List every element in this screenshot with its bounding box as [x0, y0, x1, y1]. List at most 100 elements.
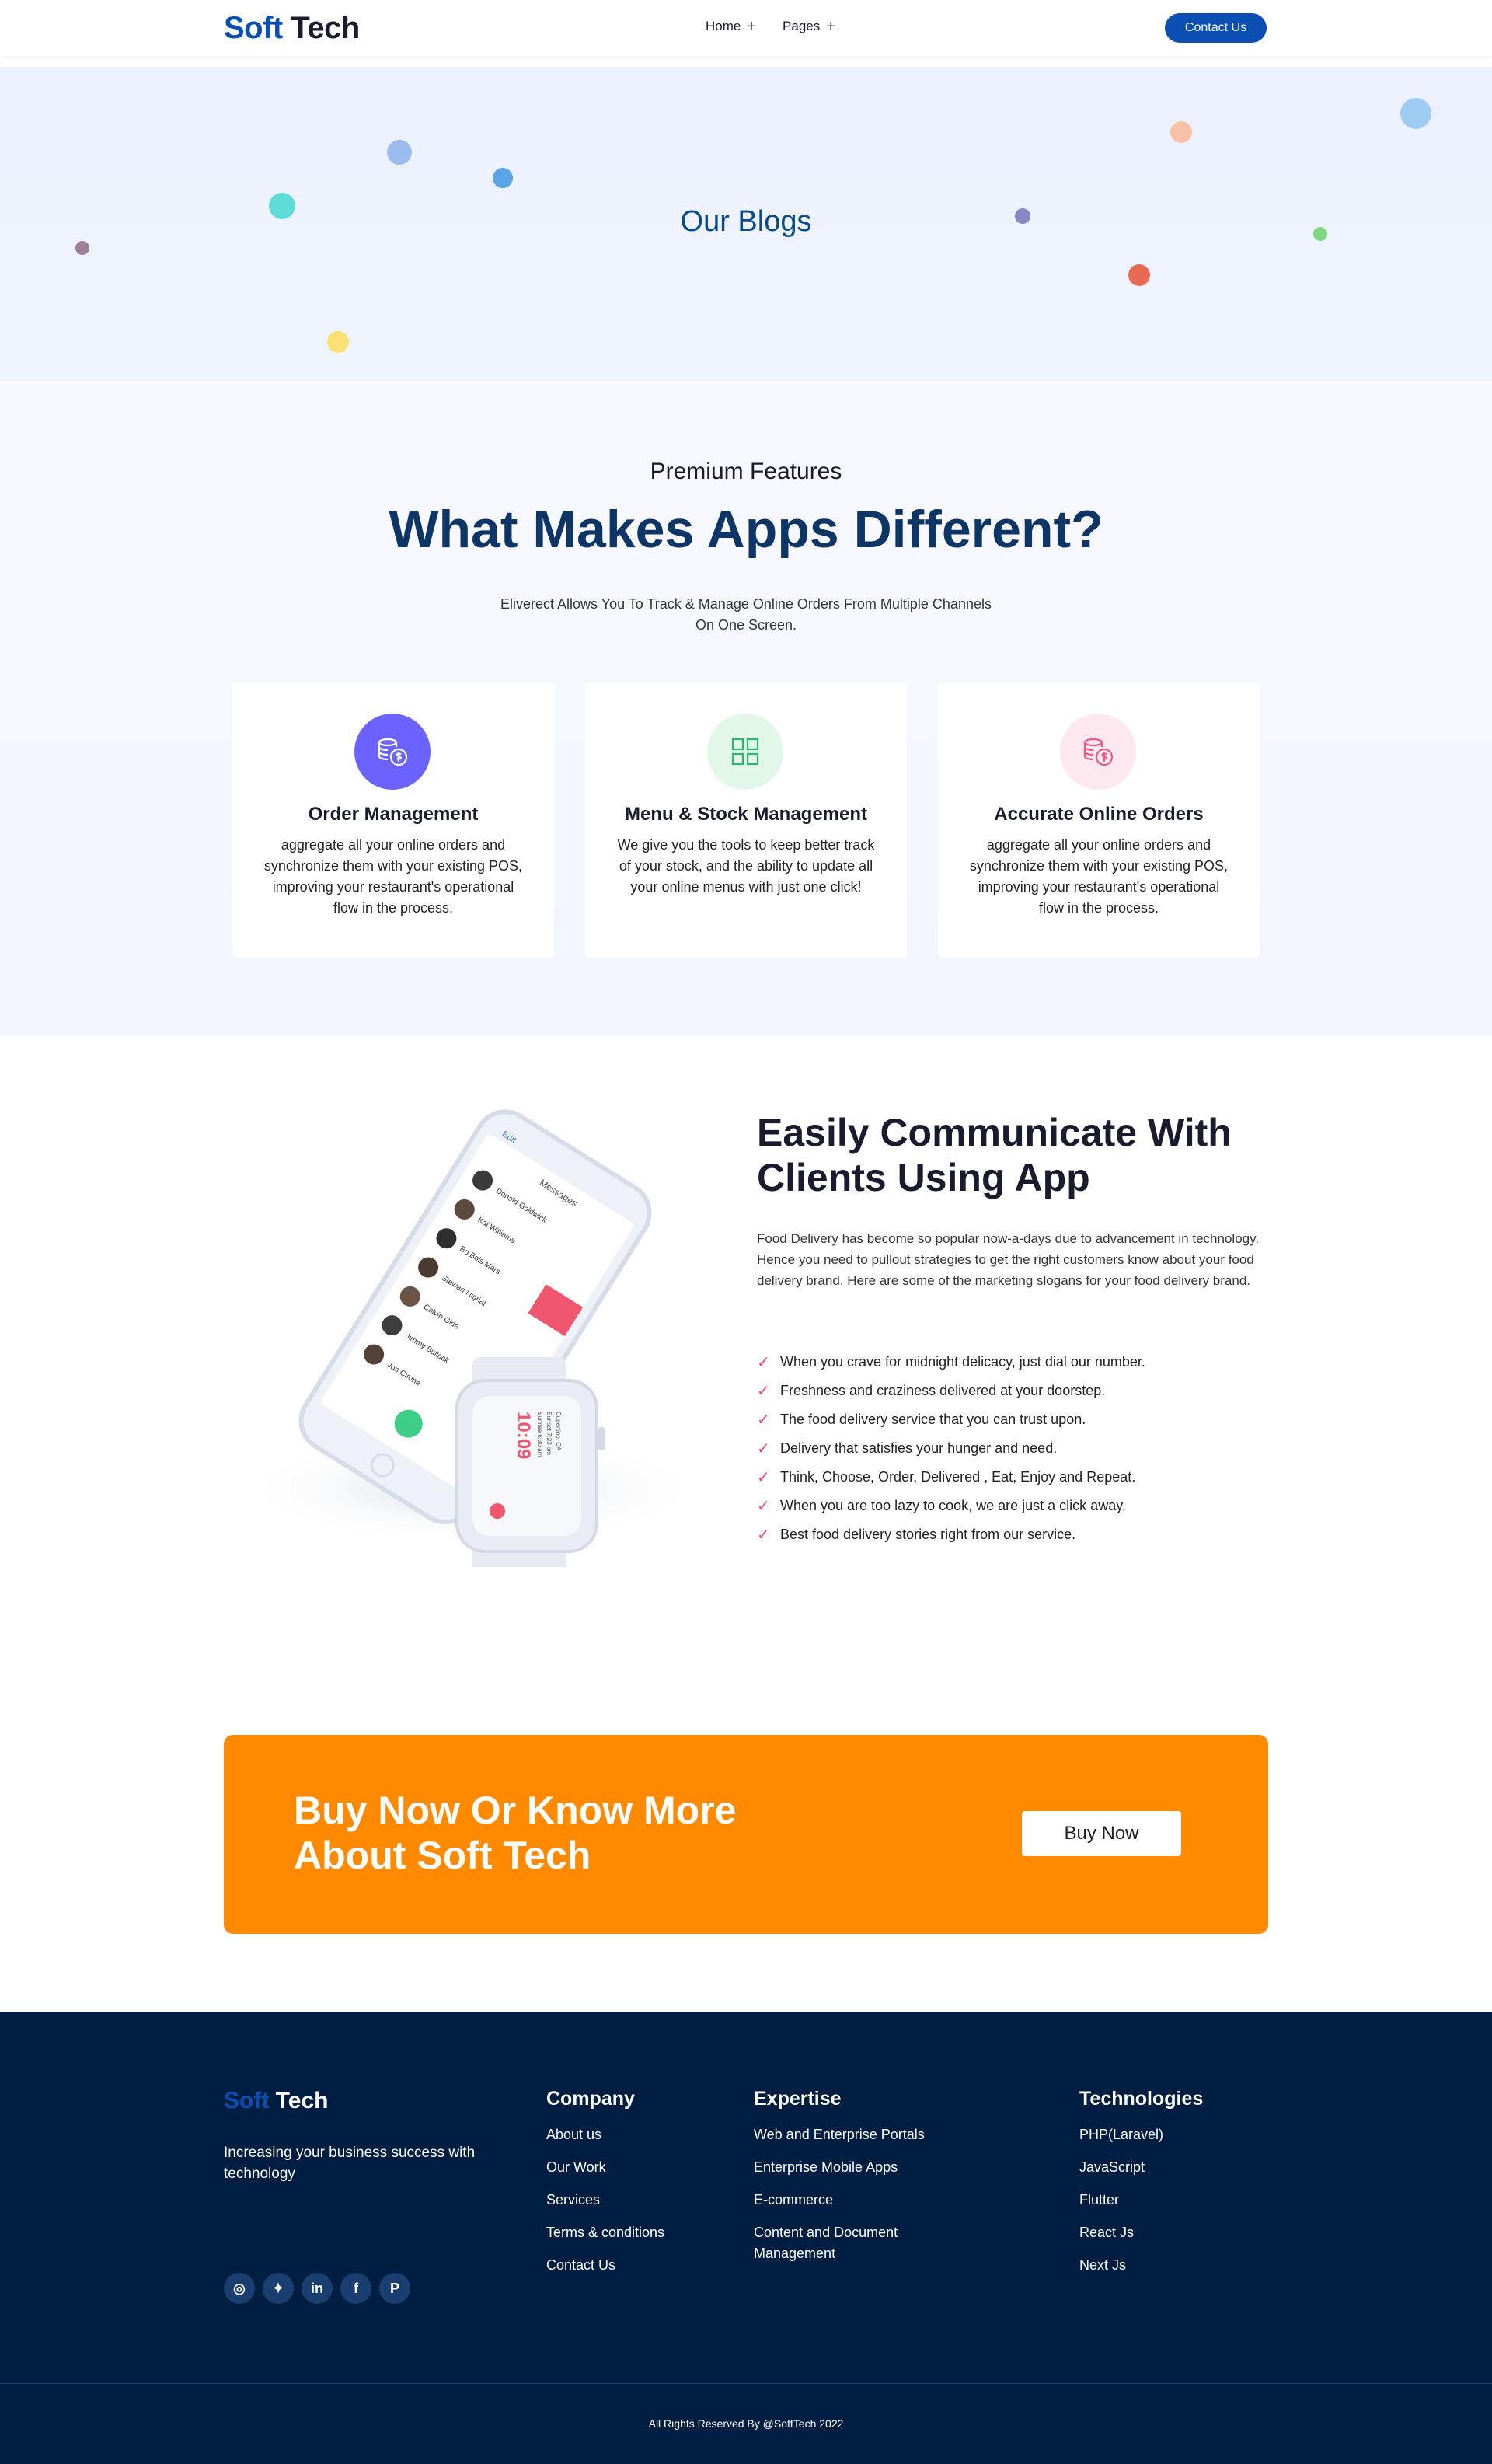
list-item-text: Best food delivery stories right from ou… [780, 1527, 1076, 1542]
footer-link[interactable]: E-commerce [754, 2190, 964, 2211]
list-item: ✓ Delivery that satisfies your hunger and… [757, 1434, 1145, 1463]
list-item-text: Freshness and craziness delivered at you… [780, 1383, 1106, 1398]
features-description: Eliverect Allows You To Track & Manage O… [500, 596, 992, 633]
list-item: ✓ The food delivery service that you can … [757, 1405, 1145, 1434]
pinterest-icon[interactable]: P [379, 2273, 410, 2304]
site-footer: Soft Tech Increasing your business succe… [0, 2012, 1492, 2464]
linkedin-icon[interactable]: in [302, 2273, 333, 2304]
logo-soft: Soft [224, 2088, 270, 2113]
footer-link[interactable]: Flutter [1079, 2190, 1266, 2211]
check-icon: ✓ [757, 1498, 770, 1515]
decor-dot [327, 331, 349, 353]
card-title: Accurate Online Orders [994, 804, 1204, 825]
nav-home-label: Home [706, 19, 741, 33]
hero-banner: Our Blogs [0, 67, 1492, 381]
site-logo[interactable]: Soft Tech [224, 11, 360, 46]
grid-icon [731, 738, 759, 766]
coins-dollar-icon [378, 738, 408, 766]
decor-dot [1170, 121, 1192, 143]
nav-pages-label: Pages [783, 19, 821, 33]
footer-column-technologies: Technologies PHP(Laravel) JavaScript Flu… [1079, 2088, 1266, 2288]
list-item: ✓ Think, Choose, Order, Delivered , Eat, … [757, 1463, 1145, 1492]
card-title: Order Management [308, 804, 479, 825]
footer-divider [0, 2383, 1492, 2384]
footer-column-title: Technologies [1079, 2088, 1204, 2110]
watch-time: 10:09 [513, 1412, 534, 1459]
twitter-icon[interactable]: ✦ [263, 2273, 294, 2304]
features-section: Premium Features What Makes Apps Differe… [0, 381, 1492, 1036]
app-illustration: Edit Messages Donald Goldwick Kai Willia… [224, 1085, 737, 1575]
footer-column-expertise: Expertise Web and Enterprise Portals Ent… [754, 2088, 964, 2276]
footer-link[interactable]: Contact Us [546, 2255, 725, 2276]
list-item-text: Delivery that satisfies your hunger and … [780, 1440, 1058, 1456]
footer-link[interactable]: Web and Enterprise Portals [754, 2124, 964, 2145]
footer-link[interactable]: Our Work [546, 2157, 725, 2178]
footer-column-title: Company [546, 2088, 635, 2110]
list-item: ✓ Freshness and craziness delivered at yo… [757, 1377, 1145, 1405]
decor-dot [493, 168, 513, 188]
feature-card-accurate-orders: Accurate Online Orders aggregate all you… [938, 682, 1260, 958]
check-icon: ✓ [757, 1440, 770, 1457]
coins-dollar-icon [1083, 738, 1114, 766]
footer-link[interactable]: Terms & conditions [546, 2222, 725, 2243]
footer-tagline: Increasing your business success with te… [224, 2145, 476, 2182]
contact-us-button[interactable]: Contact Us [1165, 13, 1267, 43]
decor-dot [75, 241, 89, 255]
buy-now-button[interactable]: Buy Now [1022, 1811, 1181, 1856]
list-item-text: Think, Choose, Order, Delivered , Eat, E… [780, 1469, 1136, 1485]
card-text: We give you the tools to keep better tra… [617, 837, 875, 895]
list-item: ✓ When you are too lazy to cook, we are j… [757, 1492, 1145, 1520]
card-text: aggregate all your online orders and syn… [263, 837, 523, 916]
list-item: ✓ Best food delivery stories right from o… [757, 1520, 1145, 1549]
copyright-text: All Rights Reserved By @SoftTech 2022 [648, 2417, 844, 2430]
feature-card-menu-stock: Menu & Stock Management We give you the … [585, 682, 907, 958]
footer-link[interactable]: Enterprise Mobile Apps [754, 2157, 964, 2178]
site-header: Soft Tech Home + Pages + Contact Us [0, 0, 1492, 56]
footer-link[interactable]: About us [546, 2124, 725, 2145]
footer-column-company: Company About us Our Work Services Terms… [546, 2088, 725, 2288]
card-title: Menu & Stock Management [624, 804, 868, 825]
main-nav: Home + Pages + [706, 19, 835, 34]
footer-logo[interactable]: Soft Tech [224, 2088, 328, 2114]
instagram-icon[interactable]: ◎ [224, 2273, 255, 2304]
decor-dot [387, 140, 412, 165]
footer-link[interactable]: Services [546, 2190, 725, 2211]
footer-link[interactable]: Content and Document Management [754, 2222, 964, 2264]
logo-tech: Tech [291, 11, 360, 45]
communicate-description: Food Delivery has become so popular now-… [757, 1231, 1260, 1288]
card-icon-wrap [1060, 714, 1136, 790]
plus-icon: + [826, 18, 835, 35]
feature-card-order-management: Order Management aggregate all your onli… [232, 682, 554, 958]
footer-link[interactable]: JavaScript [1079, 2157, 1266, 2178]
footer-link[interactable]: PHP(Laravel) [1079, 2124, 1266, 2145]
cta-title: Buy Now Or Know More About Soft Tech [294, 1789, 737, 1877]
facebook-icon[interactable]: f [340, 2273, 371, 2304]
list-item: ✓ When you crave for midnight delicacy, j… [757, 1348, 1145, 1377]
logo-soft: Soft [224, 11, 283, 45]
card-icon-wrap [354, 714, 431, 790]
watch-line: Sunset 7:23 pm [546, 1412, 553, 1455]
logo-tech: Tech [275, 2088, 329, 2113]
decor-dot [1128, 264, 1150, 286]
features-kicker: Premium Features [650, 459, 842, 484]
list-item-text: When you crave for midnight delicacy, ju… [780, 1354, 1145, 1370]
footer-link[interactable]: React Js [1079, 2222, 1266, 2243]
check-icon: ✓ [757, 1527, 770, 1544]
decor-dot [1400, 98, 1431, 129]
hero-title: Our Blogs [680, 205, 812, 238]
watch-line: Cupertino, CA [555, 1412, 562, 1451]
slogan-checklist: ✓ When you crave for midnight delicacy, j… [757, 1348, 1145, 1549]
footer-link[interactable]: Next Js [1079, 2255, 1266, 2276]
nav-pages[interactable]: Pages + [783, 19, 835, 34]
nav-home[interactable]: Home + [706, 19, 756, 34]
card-icon-wrap [707, 714, 783, 790]
card-text: aggregate all your online orders and syn… [969, 837, 1229, 916]
check-icon: ✓ [757, 1412, 770, 1429]
communicate-title: Easily Communicate With Clients Using Ap… [757, 1111, 1232, 1199]
features-title: What Makes Apps Different? [389, 500, 1103, 559]
list-item-text: When you are too lazy to cook, we are ju… [780, 1498, 1126, 1513]
plus-icon: + [747, 18, 757, 35]
check-icon: ✓ [757, 1469, 770, 1486]
phone-watch-illustration: Edit Messages Donald Goldwick Kai Willia… [239, 1109, 706, 1575]
check-icon: ✓ [757, 1354, 770, 1371]
